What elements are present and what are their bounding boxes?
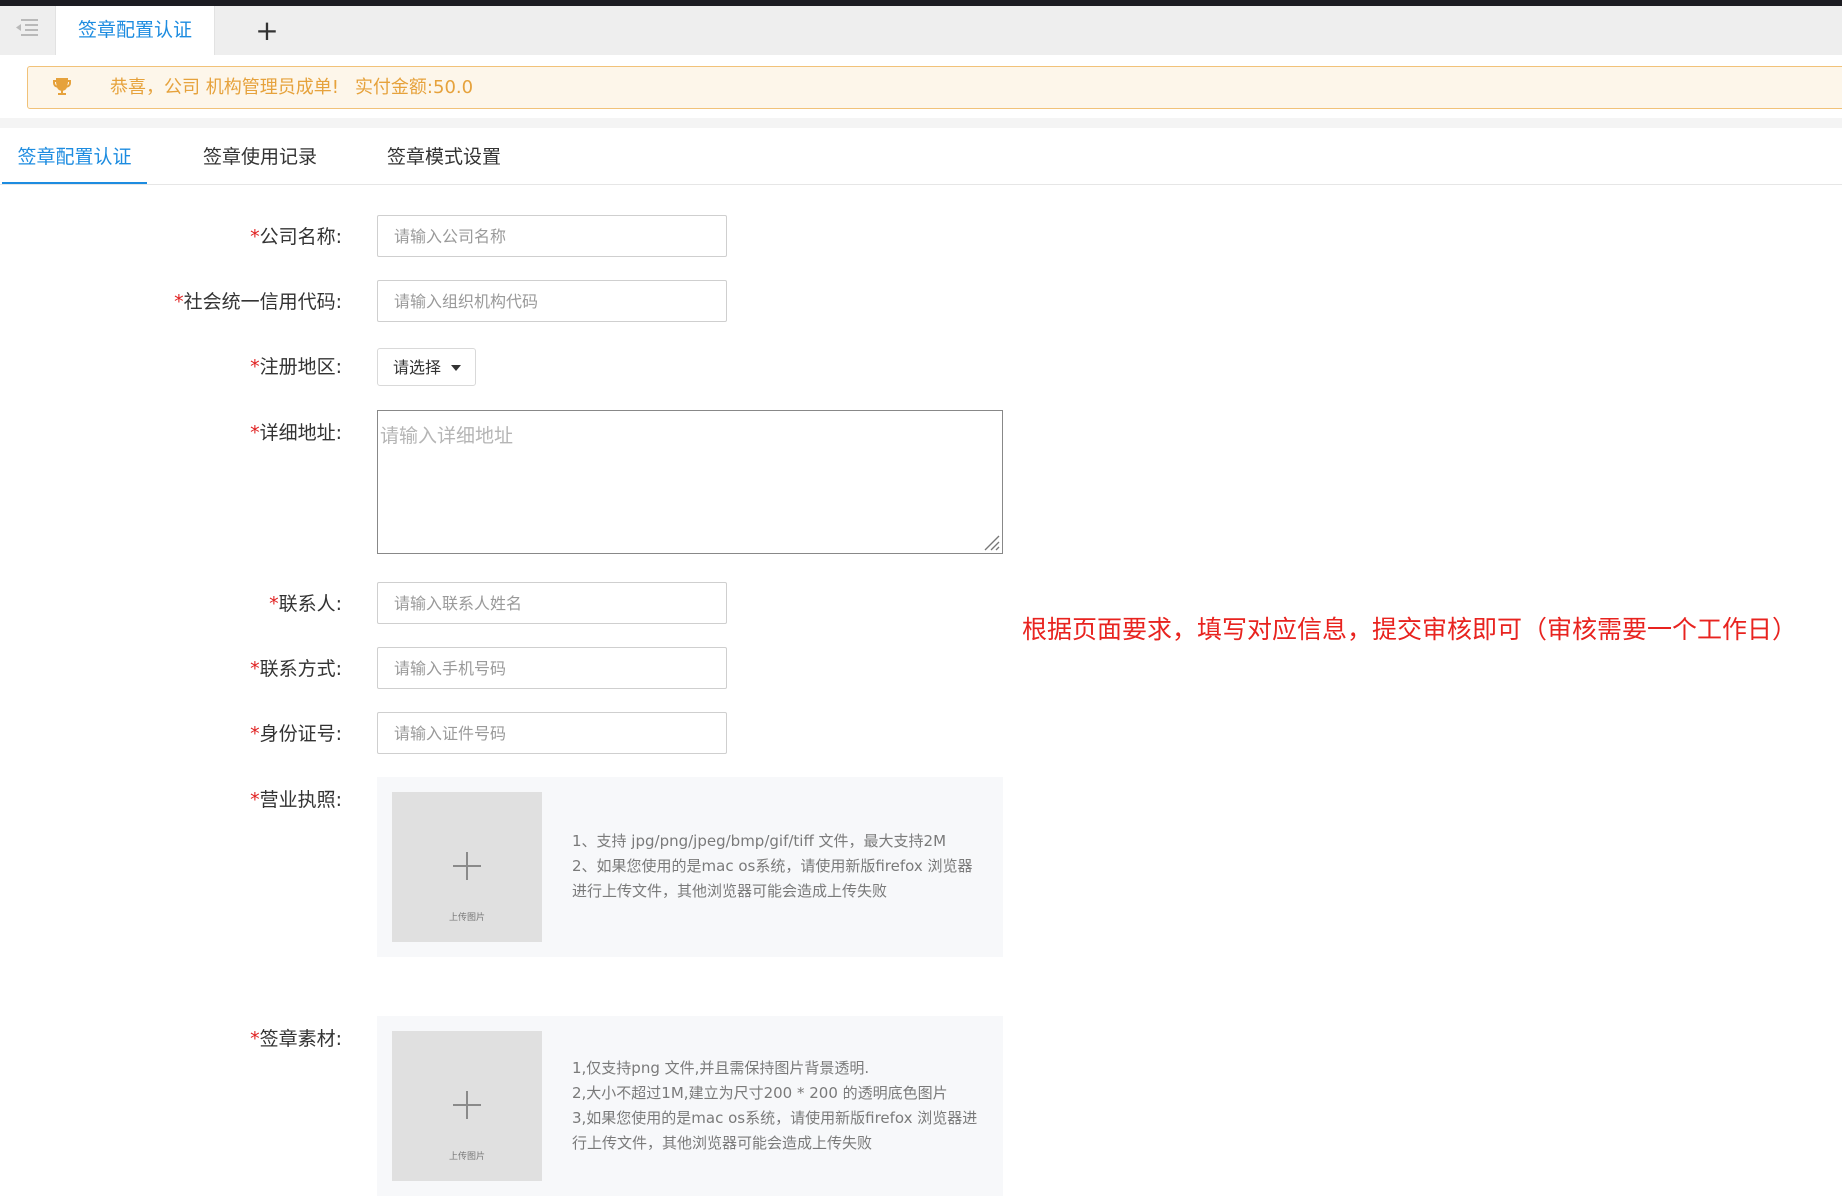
notice-message: 恭喜，公司 机构管理员成单! 实付金额:50.0 — [110, 67, 473, 108]
credit-code-label: *社会统一信用代码: — [174, 291, 342, 313]
subtab-seal-usage-records[interactable]: 签章使用记录 — [195, 128, 325, 184]
upload-caption: 上传图片 — [448, 913, 485, 923]
phone-label: *联系方式: — [250, 658, 342, 680]
tab-strip: 签章配置认证 + — [0, 6, 1842, 55]
notice-banner: 恭喜，公司 机构管理员成单! 实付金额:50.0 — [27, 66, 1842, 109]
company-name-label: *公司名称: — [250, 226, 342, 248]
license-label: *营业执照: — [250, 789, 342, 811]
seal-upload-panel: 上传图片 1,仅支持png 文件,并且需保持图片背景透明. 2,大小不超过1M,… — [377, 1016, 1003, 1196]
menu-toggle-icon[interactable] — [14, 16, 40, 40]
add-tab-button[interactable]: + — [252, 14, 282, 48]
seal-upload-button[interactable]: 上传图片 — [392, 1031, 542, 1181]
subtab-seal-mode-settings[interactable]: 签章模式设置 — [379, 128, 509, 184]
contact-input[interactable] — [377, 582, 727, 624]
seal-label: *签章素材: — [250, 1028, 342, 1050]
address-textarea[interactable] — [377, 410, 1003, 554]
trophy-icon — [52, 78, 71, 95]
region-label: *注册地区: — [250, 356, 342, 378]
notice-amount: 实付金额:50.0 — [354, 77, 474, 98]
plus-icon — [453, 852, 481, 880]
license-upload-hints: 1、支持 jpg/png/jpeg/bmp/gif/tiff 文件，最大支持2M… — [572, 832, 973, 900]
region-select-value: 请选择 — [393, 358, 442, 377]
credit-code-input[interactable] — [377, 280, 727, 322]
subtab-seal-config[interactable]: 签章配置认证 — [2, 128, 147, 184]
caret-down-icon — [451, 365, 461, 371]
section-divider — [0, 118, 1842, 128]
id-number-input[interactable] — [377, 712, 727, 754]
id-number-label: *身份证号: — [250, 723, 342, 745]
resize-grip-icon[interactable] — [982, 533, 1000, 551]
notice-congrats: 恭喜，公司 机构管理员成单! — [110, 77, 339, 98]
plus-icon — [453, 1091, 481, 1119]
contact-label: *联系人: — [269, 593, 342, 615]
license-upload-button[interactable]: 上传图片 — [392, 792, 542, 942]
address-label: *详细地址: — [250, 422, 342, 444]
phone-input[interactable] — [377, 647, 727, 689]
upload-caption: 上传图片 — [448, 1152, 485, 1162]
tab-seal-config[interactable]: 签章配置认证 — [55, 6, 215, 55]
instruction-annotation: 根据页面要求，填写对应信息，提交审核即可（审核需要一个工作日） — [1022, 615, 1798, 644]
company-name-input[interactable] — [377, 215, 727, 257]
seal-upload-hints: 1,仅支持png 文件,并且需保持图片背景透明. 2,大小不超过1M,建立为尺寸… — [572, 1059, 978, 1152]
region-select[interactable]: 请选择 — [377, 348, 476, 386]
license-upload-panel: 上传图片 1、支持 jpg/png/jpeg/bmp/gif/tiff 文件，最… — [377, 777, 1003, 957]
sub-tabs: 签章配置认证 签章使用记录 签章模式设置 — [0, 128, 1842, 185]
